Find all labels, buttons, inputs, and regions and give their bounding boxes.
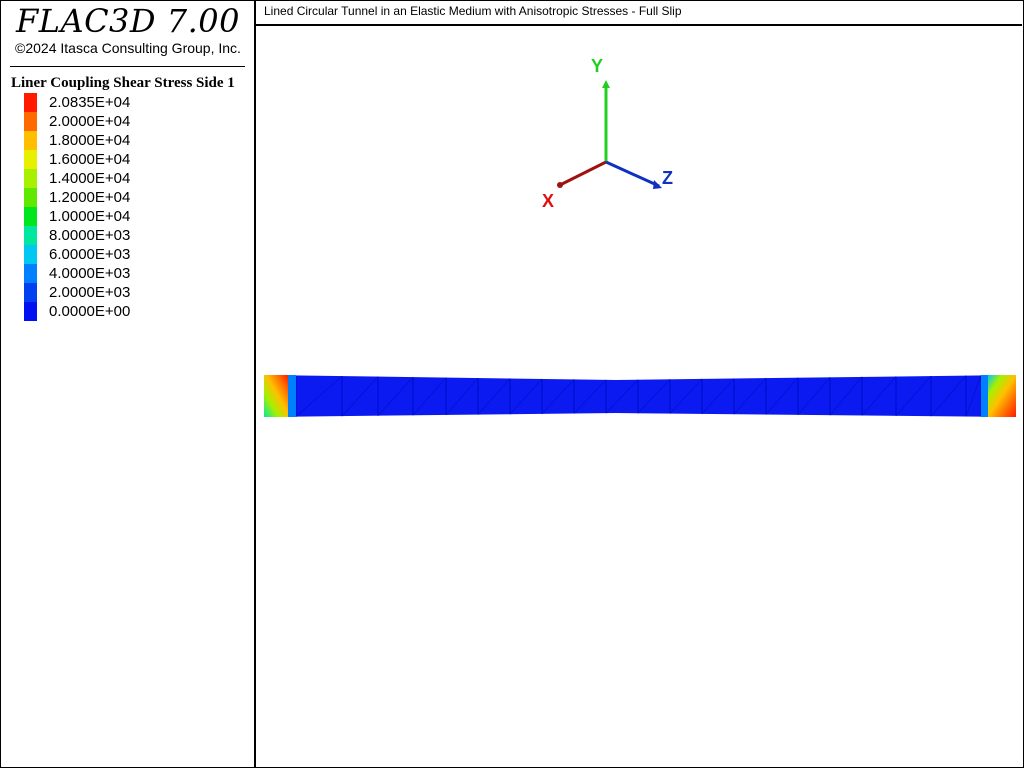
liner-right-end [988, 375, 1016, 417]
liner-left-transition [288, 375, 296, 417]
x-axis-line [559, 160, 607, 187]
legend-label: 4.0000E+03 [49, 265, 131, 282]
axis-triad: Y X Z [542, 56, 673, 211]
z-axis-line [605, 160, 660, 188]
legend-label: 1.6000E+04 [49, 151, 131, 168]
legend-swatch [24, 283, 37, 302]
legend-swatch [24, 245, 37, 264]
legend-swatch [24, 169, 37, 188]
plot-canvas: Y X Z [264, 56, 1016, 418]
y-axis-arrow [602, 80, 610, 88]
z-axis-arrow [653, 180, 662, 189]
legend-label: 2.0000E+03 [49, 284, 131, 301]
liner-right-transition [981, 375, 988, 417]
legend-label: 2.0835E+04 [49, 94, 131, 111]
legend-panel: FLAC3D 7.00 ©2024 Itasca Consulting Grou… [0, 0, 256, 768]
app-title: FLAC3D 7.00 [16, 2, 240, 40]
legend-title: Liner Coupling Shear Stress Side 1 [11, 75, 235, 91]
plot-title-bar: Lined Circular Tunnel in an Elastic Medi… [256, 0, 1022, 26]
legend-label: 1.2000E+04 [49, 189, 131, 206]
legend-swatch [24, 131, 37, 150]
z-axis-label: Z [662, 168, 673, 188]
legend-label: 8.0000E+03 [49, 227, 131, 244]
legend-swatch [24, 112, 37, 131]
copyright-text: ©2024 Itasca Consulting Group, Inc. [15, 40, 241, 56]
liner-left-end [264, 375, 288, 417]
x-axis-label: X [542, 191, 554, 211]
legend-label: 2.0000E+04 [49, 113, 131, 130]
legend-label: 0.0000E+00 [49, 303, 131, 320]
legend-swatch [24, 150, 37, 169]
x-axis-arrow [557, 182, 563, 188]
legend-divider [10, 66, 245, 67]
legend-swatch [24, 207, 37, 226]
legend-label: 1.4000E+04 [49, 170, 131, 187]
y-axis-label: Y [591, 56, 603, 76]
legend-swatch [24, 93, 37, 112]
legend-swatch [24, 302, 37, 321]
legend-swatch [24, 226, 37, 245]
legend-label: 1.8000E+04 [49, 132, 131, 149]
plot-viewport[interactable]: Y X Z [256, 26, 1022, 766]
legend-swatch [24, 188, 37, 207]
liner-band [264, 375, 1016, 418]
legend-label: 6.0000E+03 [49, 246, 131, 263]
legend-label: 1.0000E+04 [49, 208, 131, 225]
plot-title: Lined Circular Tunnel in an Elastic Medi… [264, 4, 682, 18]
legend-swatch [24, 264, 37, 283]
